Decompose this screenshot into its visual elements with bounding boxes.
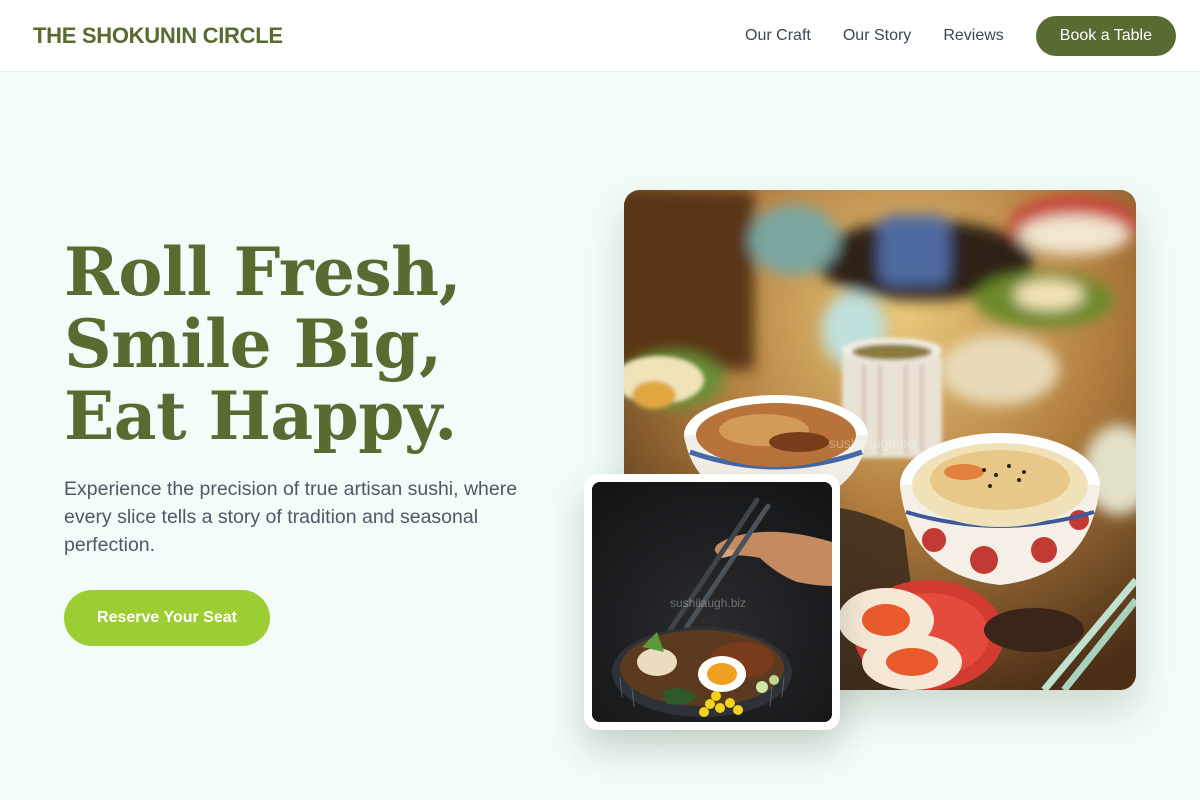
nav-link-our-craft[interactable]: Our Craft xyxy=(745,27,811,45)
ramen-bowl-illustration: sushilaugh.biz xyxy=(592,482,832,722)
nav-link-reviews[interactable]: Reviews xyxy=(943,27,1003,45)
hero-title-line-2: Smile Big, xyxy=(64,305,442,383)
site-header: THE SHOKUNIN CIRCLE Our Craft Our Story … xyxy=(0,0,1200,72)
hero-secondary-image-card: sushilaugh.biz xyxy=(584,474,840,730)
brand-logo[interactable]: THE SHOKUNIN CIRCLE xyxy=(33,23,283,49)
small-image-watermark: sushilaugh.biz xyxy=(670,596,746,610)
main-image-watermark: sushilaugh.biz xyxy=(829,435,918,451)
hero-title-line-3: Eat Happy. xyxy=(64,377,457,455)
hero-title: Roll Fresh, Smile Big, Eat Happy. xyxy=(64,236,584,452)
reserve-seat-button[interactable]: Reserve Your Seat xyxy=(64,590,270,646)
main-nav: Our Craft Our Story Reviews Book a Table xyxy=(745,15,1176,56)
book-table-button[interactable]: Book a Table xyxy=(1035,15,1176,56)
hero-subtitle: Experience the precision of true artisan… xyxy=(64,478,518,556)
nav-link-our-story[interactable]: Our Story xyxy=(843,27,911,45)
ramen-image: sushilaugh.biz xyxy=(592,482,832,722)
hero-title-line-1: Roll Fresh, xyxy=(64,233,462,311)
